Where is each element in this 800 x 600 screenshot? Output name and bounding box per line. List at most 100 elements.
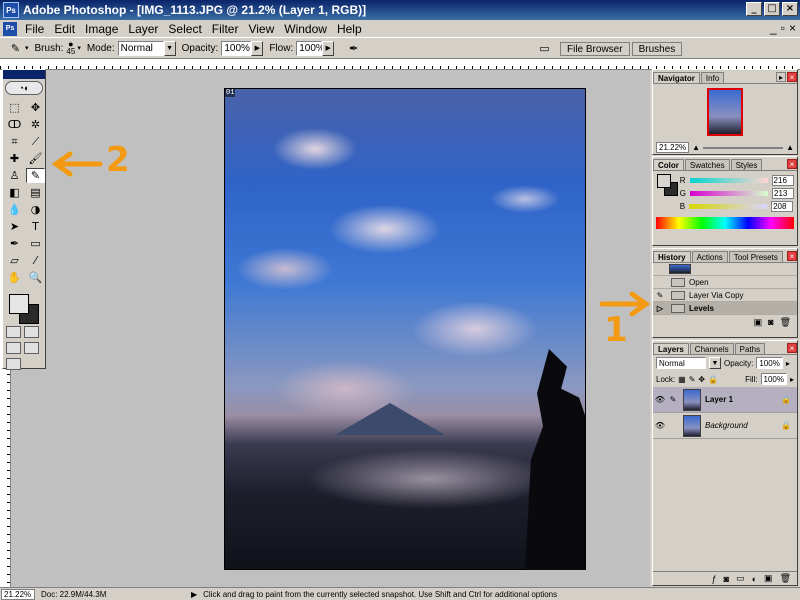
foreground-color-swatch[interactable] <box>9 294 29 314</box>
menu-filter[interactable]: Filter <box>207 22 244 36</box>
layers-close-icon[interactable]: × <box>787 343 797 353</box>
notes-tool-icon[interactable]: ▱ <box>5 253 24 268</box>
magic-wand-icon[interactable]: ✲ <box>26 117 45 132</box>
type-tool-icon[interactable]: T <box>26 219 45 234</box>
menu-image[interactable]: Image <box>80 22 123 36</box>
tab-styles[interactable]: Styles <box>730 159 763 170</box>
palette-well-icon[interactable]: ▭ <box>535 41 554 56</box>
lock-all-icon[interactable]: 🔒 <box>708 375 718 384</box>
hand-tool-icon[interactable]: ✋ <box>5 270 24 285</box>
airbrush-icon[interactable]: ✒ <box>344 41 363 56</box>
visibility-eye-icon[interactable]: 👁 <box>653 395 667 404</box>
shape-tool-icon[interactable]: ▭ <box>26 236 45 251</box>
well-tab-file-browser[interactable]: File Browser <box>560 42 630 56</box>
fill-slider-icon[interactable]: ▸ <box>790 375 794 384</box>
blend-mode-select[interactable]: Normal <box>656 357 706 369</box>
color-g-slider[interactable] <box>690 191 768 196</box>
opacity-slider-button[interactable]: ▶ <box>251 40 264 56</box>
new-set-icon[interactable]: ▭ <box>736 573 745 584</box>
toolbox-titlebar[interactable] <box>3 70 45 79</box>
doc-close-button[interactable]: × <box>789 21 796 35</box>
layer-opacity-slider-icon[interactable]: ▸ <box>786 359 790 368</box>
brush-picker[interactable]: ● 45 <box>66 40 75 56</box>
adjustment-layer-icon[interactable]: ◐ <box>752 574 757 584</box>
tab-tool-presets[interactable]: Tool Presets <box>728 251 783 262</box>
tab-swatches[interactable]: Swatches <box>684 159 730 170</box>
flow-slider-button[interactable]: ▶ <box>322 40 335 56</box>
jump-to-imageready-icon[interactable] <box>6 358 21 370</box>
lock-image-icon[interactable]: ✎ <box>689 375 696 384</box>
image-canvas[interactable]: 01 <box>224 88 586 570</box>
screen-mode-full-icon[interactable] <box>24 342 39 354</box>
history-snapshot-row[interactable] <box>653 263 797 276</box>
tab-history[interactable]: History <box>653 251 691 262</box>
navigator-zoom-value[interactable]: 21.22% <box>656 142 690 153</box>
color-b-value[interactable]: 208 <box>771 201 794 212</box>
tab-layers[interactable]: Layers <box>653 343 689 354</box>
lasso-tool-icon[interactable]: ↀ <box>5 117 24 132</box>
layer-name[interactable]: Background <box>705 421 748 430</box>
navigator-thumbnail[interactable] <box>707 88 743 136</box>
layer-style-icon[interactable]: ƒ <box>712 574 717 584</box>
history-state-marker-icon[interactable]: ▷ <box>653 304 667 313</box>
navigator-menu-icon[interactable]: ▸ <box>776 72 786 82</box>
menu-edit[interactable]: Edit <box>49 22 80 36</box>
dodge-tool-icon[interactable]: ◑ <box>26 202 45 217</box>
tab-actions[interactable]: Actions <box>691 251 728 262</box>
color-fg-swatch[interactable] <box>657 174 671 188</box>
eraser-tool-icon[interactable]: ◧ <box>5 185 24 200</box>
doc-restore-button[interactable]: ▫ <box>781 21 785 35</box>
crop-tool-icon[interactable]: ⌗ <box>5 134 24 149</box>
menu-select[interactable]: Select <box>163 22 206 36</box>
color-r-slider[interactable] <box>689 178 768 183</box>
menu-window[interactable]: Window <box>279 22 332 36</box>
history-item[interactable]: ✎ Layer Via Copy <box>653 289 797 302</box>
close-button[interactable]: × <box>782 2 798 16</box>
color-b-slider[interactable] <box>689 204 768 209</box>
doc-minimize-button[interactable]: _ <box>770 21 777 35</box>
navigator-zoom-slider[interactable] <box>703 146 784 149</box>
well-tab-brushes[interactable]: Brushes <box>631 42 683 56</box>
quickmask-mode-icon[interactable] <box>24 326 39 338</box>
gradient-tool-icon[interactable]: ▤ <box>26 185 45 200</box>
tab-navigator[interactable]: Navigator <box>653 72 700 83</box>
menu-help[interactable]: Help <box>332 22 367 36</box>
delete-layer-icon[interactable]: 🗑 <box>780 573 791 584</box>
history-item[interactable]: Open <box>653 276 797 289</box>
path-select-icon[interactable]: ➤ <box>5 219 24 234</box>
color-g-value[interactable]: 213 <box>772 188 794 199</box>
preset-dropdown-icon[interactable]: ▾ <box>25 44 29 52</box>
navigator-close-icon[interactable]: × <box>787 72 797 82</box>
tab-channels[interactable]: Channels <box>689 343 734 354</box>
brush-dropdown-icon[interactable]: ▾ <box>77 44 81 52</box>
adobe-online-icon[interactable]: ◔◐ <box>5 81 43 95</box>
new-document-from-state-icon[interactable]: ▣ <box>754 317 763 328</box>
history-brush-tool-preset-icon[interactable]: ✎ <box>6 41 25 56</box>
history-brush-tool-icon[interactable]: ✎ <box>26 168 45 183</box>
eyedropper-icon[interactable]: ⁄ <box>26 253 45 268</box>
clone-stamp-icon[interactable]: ♙ <box>5 168 24 183</box>
zoom-tool-icon[interactable]: 🔍 <box>26 270 45 285</box>
zoom-in-icon[interactable]: ▲ <box>786 143 794 152</box>
tab-paths[interactable]: Paths <box>734 343 766 354</box>
history-close-icon[interactable]: × <box>787 251 797 261</box>
slice-tool-icon[interactable]: ⟋ <box>26 134 45 149</box>
menu-layer[interactable]: Layer <box>123 22 163 36</box>
layer-name[interactable]: Layer 1 <box>705 395 733 404</box>
zoom-out-icon[interactable]: ▲ <box>692 143 700 152</box>
layer-row[interactable]: 👁 ✎ Layer 1 🔒 <box>653 387 797 413</box>
mode-select[interactable]: Normal <box>117 40 164 56</box>
blend-mode-dropdown-icon[interactable]: ▼ <box>709 357 721 369</box>
menu-file[interactable]: File <box>20 22 49 36</box>
screen-mode-standard-icon[interactable] <box>6 342 21 354</box>
status-zoom-field[interactable]: 21.22% <box>1 588 35 600</box>
menu-view[interactable]: View <box>243 22 279 36</box>
layer-row[interactable]: 👁 Background 🔒 <box>653 413 797 439</box>
marquee-tool-icon[interactable]: ⬚ <box>5 100 24 115</box>
new-layer-icon[interactable]: ▣ <box>764 573 773 584</box>
visibility-eye-icon[interactable]: 👁 <box>653 421 667 430</box>
blur-tool-icon[interactable]: 💧 <box>5 202 24 217</box>
minimize-button[interactable]: _ <box>746 2 762 16</box>
new-snapshot-icon[interactable]: ◙ <box>768 317 773 328</box>
brush-link-icon[interactable]: ✎ <box>667 395 679 404</box>
